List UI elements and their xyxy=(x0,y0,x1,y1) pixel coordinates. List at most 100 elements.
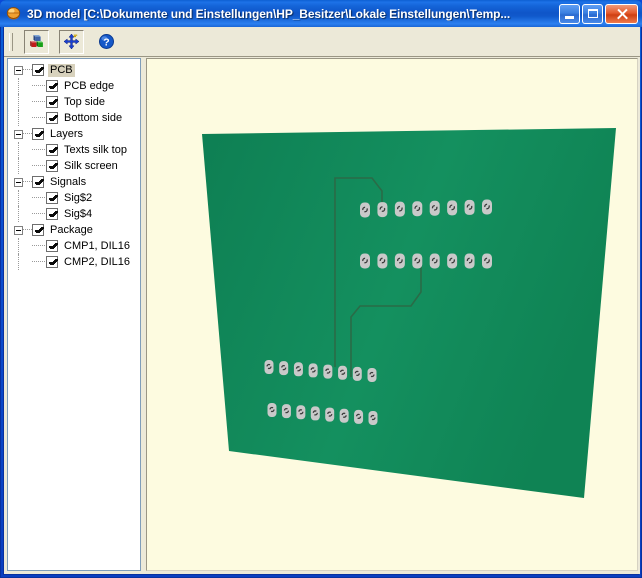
window-title: 3D model [C:\Dokumente und Einstellungen… xyxy=(27,6,511,21)
tree-node-label: Package xyxy=(50,223,93,236)
pcb-pad xyxy=(394,253,405,269)
tree-indent xyxy=(8,94,32,110)
tree-branch xyxy=(32,190,46,206)
tree-child-silk-screen[interactable]: Silk screen xyxy=(8,158,140,174)
tree-indent xyxy=(8,78,32,94)
pcb-pad xyxy=(338,365,348,380)
tree-connector xyxy=(23,69,32,71)
pcb-pad xyxy=(267,403,277,417)
pcb-pad xyxy=(447,253,458,269)
pcb-board xyxy=(202,128,616,498)
tree-child-cmp1-dil16[interactable]: CMP1, DIL16 xyxy=(8,238,140,254)
tree-node-signals[interactable]: Signals xyxy=(8,174,140,190)
svg-text:?: ? xyxy=(103,36,109,48)
pcb-pad xyxy=(360,253,370,269)
tree-branch xyxy=(32,158,46,174)
application-window: 3D model [C:\Dokumente und Einstellungen… xyxy=(0,0,642,578)
model-tree-pane[interactable]: PCB PCB edge Top side Bottom side Layers Text… xyxy=(7,58,141,571)
tree-branch xyxy=(32,78,46,94)
checkbox-checked[interactable] xyxy=(32,176,44,188)
maximize-button[interactable] xyxy=(582,3,603,24)
tree-child-label: Top side xyxy=(64,95,105,108)
tree-child-label: Texts silk top xyxy=(64,143,127,156)
minimize-button[interactable] xyxy=(559,3,580,24)
tree-branch xyxy=(32,110,46,126)
tree-child-sig-4[interactable]: Sig$4 xyxy=(8,206,140,222)
tree-branch xyxy=(32,94,46,110)
help-button[interactable]: ? xyxy=(94,29,119,54)
tree-child-label: PCB edge xyxy=(64,79,115,92)
tree-indent xyxy=(8,158,32,174)
pcb-pad xyxy=(360,202,370,218)
maximize-icon xyxy=(588,8,598,18)
close-button[interactable] xyxy=(605,3,638,24)
tree-connector xyxy=(23,133,32,135)
collapse-icon[interactable] xyxy=(14,225,23,235)
tree-branch xyxy=(32,206,46,222)
checkbox-checked[interactable] xyxy=(46,192,58,204)
pcb-pad xyxy=(339,408,349,423)
pcb-pad xyxy=(367,368,377,382)
tree-node-label: PCB xyxy=(48,63,75,77)
tree-branch xyxy=(32,142,46,158)
pcb-pad xyxy=(464,199,475,215)
pcb-pad xyxy=(354,409,364,424)
colored-cubes-icon xyxy=(30,35,43,47)
tree-child-pcb-edge[interactable]: PCB edge xyxy=(8,78,140,94)
window-controls xyxy=(559,3,638,24)
pcb-3d-render xyxy=(202,128,616,498)
3d-model-viewport[interactable] xyxy=(146,58,638,571)
tree-child-cmp2-dil16[interactable]: CMP2, DIL16 xyxy=(8,254,140,270)
tree-indent xyxy=(8,142,32,158)
collapse-icon[interactable] xyxy=(14,65,23,75)
tree-indent xyxy=(8,190,32,206)
tree-node-layers[interactable]: Layers xyxy=(8,126,140,142)
pcb-pad xyxy=(293,362,303,377)
toolbar-grip[interactable] xyxy=(7,31,14,53)
tree-indent xyxy=(8,206,32,222)
collapse-icon[interactable] xyxy=(14,177,23,187)
tree-node-label: Signals xyxy=(50,175,87,188)
tree-branch xyxy=(32,254,46,270)
checkbox-checked[interactable] xyxy=(46,112,58,124)
tree-node-package[interactable]: Package xyxy=(8,222,140,238)
title-bar[interactable]: 3D model [C:\Dokumente und Einstellungen… xyxy=(0,0,642,27)
tree-child-label: Sig$2 xyxy=(64,191,93,204)
tree-child-texts-silk-top[interactable]: Texts silk top xyxy=(8,142,140,158)
checkbox-checked[interactable] xyxy=(46,240,58,252)
tree-indent xyxy=(8,238,32,254)
tree-child-label: CMP1, DIL16 xyxy=(64,239,131,252)
render-3d-button[interactable] xyxy=(24,29,49,54)
3d-model-icon xyxy=(5,5,22,22)
checkbox-checked[interactable] xyxy=(46,160,58,172)
toolbar-spacer-1 xyxy=(14,41,24,42)
checkbox-checked[interactable] xyxy=(46,80,58,92)
tree-node-pcb[interactable]: PCB xyxy=(8,62,140,78)
tree-child-label: Sig$4 xyxy=(64,207,93,220)
pcb-pad xyxy=(447,200,458,216)
pcb-pad xyxy=(368,411,378,425)
checkbox-checked[interactable] xyxy=(46,96,58,108)
checkbox-checked[interactable] xyxy=(32,224,44,236)
tree-child-sig-2[interactable]: Sig$2 xyxy=(8,190,140,206)
question-mark-icon: ? xyxy=(99,34,114,49)
checkbox-checked[interactable] xyxy=(32,128,44,140)
four-way-arrow-icon xyxy=(63,33,80,50)
pcb-pad xyxy=(281,404,291,419)
tree-node-label: Layers xyxy=(50,127,84,140)
pcb-pad xyxy=(325,407,335,422)
pcb-pad xyxy=(429,200,440,216)
pcb-pad xyxy=(412,253,423,269)
checkbox-checked[interactable] xyxy=(32,64,44,76)
tree-child-bottom-side[interactable]: Bottom side xyxy=(8,110,140,126)
collapse-icon[interactable] xyxy=(14,129,23,139)
tree-connector xyxy=(23,181,32,183)
toolbar: ? xyxy=(4,27,640,57)
checkbox-checked[interactable] xyxy=(46,256,58,268)
pcb-pad xyxy=(377,202,388,218)
toolbar-spacer-2 xyxy=(49,41,59,42)
checkbox-checked[interactable] xyxy=(46,144,58,156)
tree-child-top-side[interactable]: Top side xyxy=(8,94,140,110)
move-rotate-button[interactable] xyxy=(59,29,84,54)
checkbox-checked[interactable] xyxy=(46,208,58,220)
